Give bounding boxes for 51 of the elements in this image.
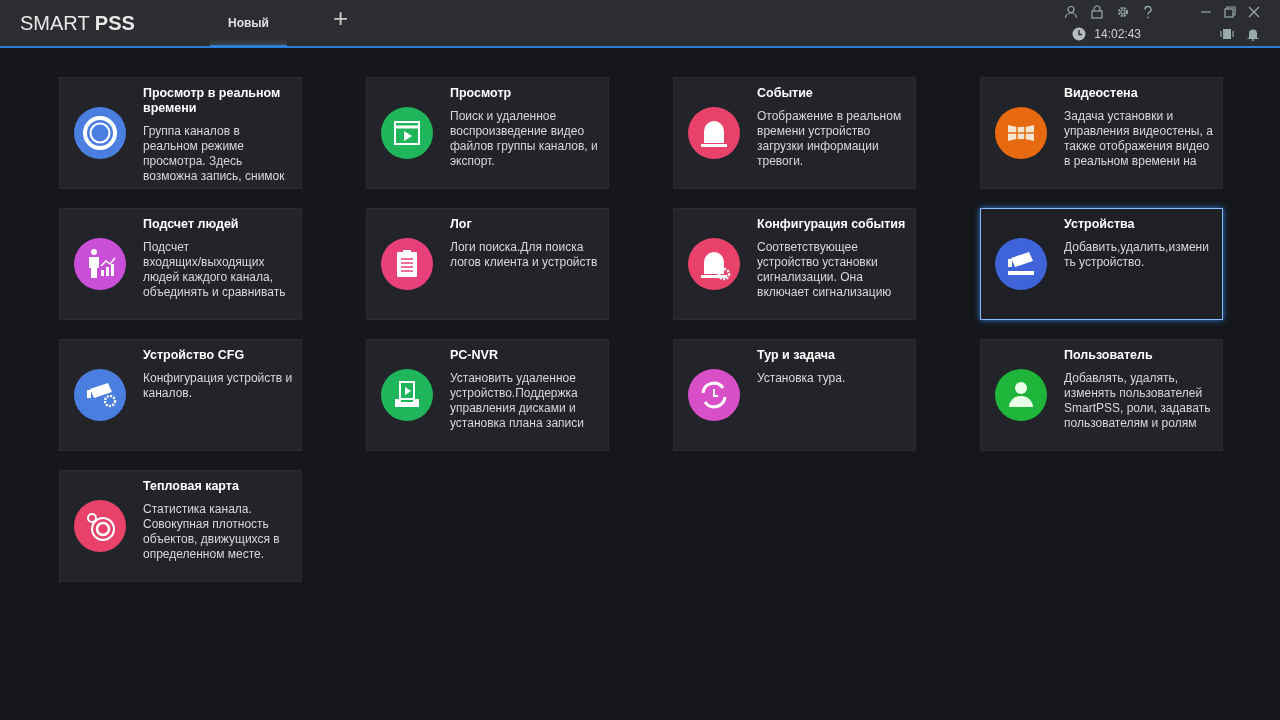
help-icon[interactable] xyxy=(1142,5,1154,19)
module-title: Тур и задача xyxy=(757,348,836,363)
user-icon[interactable] xyxy=(1064,5,1078,19)
module-title: Устройства xyxy=(1064,217,1136,232)
module-description: Добавлять, удалять, изменять пользователей SmartPSS, роли, задавать пользователям и ролям xyxy=(1064,371,1211,431)
module-description: Установить удаленное устройство.Поддержка управления дисками и установка плана записи xyxy=(450,371,584,431)
module-card[interactable]: Устройство CFG Конфигурация устройств и каналов. xyxy=(59,339,302,451)
module-card[interactable]: Видеостена Задача установки и управления видеостены, а также отображения видео в реальном времени на xyxy=(980,77,1223,189)
device-icon[interactable] xyxy=(1220,27,1234,41)
module-description: Добавить,удалить,измени ть устройство. xyxy=(1064,240,1209,270)
module-card[interactable]: Событие Отображение в реальном времени устройство загрузки информации тревоги. xyxy=(673,77,916,189)
module-card[interactable]: PC-NVR Установить удаленное устройство.Поддержка управления дисками и установка плана записи xyxy=(366,339,609,451)
module-title: PC-NVR xyxy=(450,348,499,363)
module-title: Просмотр в реальном времени xyxy=(143,86,282,116)
module-title: Тепловая карта xyxy=(143,479,240,494)
module-title: Событие xyxy=(757,86,814,101)
module-description: Установка тура. xyxy=(757,371,846,386)
settings-icon[interactable] xyxy=(1116,5,1130,19)
module-title: Конфигурация события xyxy=(757,217,906,232)
module-description: Подсчет входящих/выходящих людей каждого канала, объединять и сравнивать xyxy=(143,240,286,300)
clock-time: 14:02:43 xyxy=(1094,27,1141,41)
module-title: Лог xyxy=(450,217,473,232)
close-icon[interactable] xyxy=(1248,6,1260,18)
module-card[interactable]: Просмотр Поиск и удаленное воспроизведение видео файлов группы каналов, и экспорт. xyxy=(366,77,609,189)
module-description: Статистика канала. Совокупная плотность объектов, движущихся в определенном месте. xyxy=(143,502,280,562)
module-card[interactable]: Устройства Добавить,удалить,измени ть устройство. xyxy=(980,208,1223,320)
module-description: Логи поиска.Для поиска логов клиента и устройств xyxy=(450,240,598,270)
app-logo: SMART PSS xyxy=(20,11,136,35)
module-card[interactable]: Лог Логи поиска.Для поиска логов клиента и устройств xyxy=(366,208,609,320)
module-card[interactable]: Тепловая карта Статистика канала. Совокупная плотность объектов, движущихся в определенном месте. xyxy=(59,470,302,582)
module-title: Просмотр xyxy=(450,86,513,101)
module-description: Группа каналов в реальном режиме просмотра. Здесь возможна запись, снимок xyxy=(143,124,285,184)
module-description: Задача установки и управления видеостены, а также отображения видео в реальном времени на xyxy=(1064,109,1213,169)
module-card[interactable]: Тур и задача Установка тура. xyxy=(673,339,916,451)
module-card[interactable]: Просмотр в реальном времени Группа каналов в реальном режиме просмотра. Здесь возможна запись, снимок xyxy=(59,77,302,189)
module-description: Поиск и удаленное воспроизведение видео файлов группы каналов, и экспорт. xyxy=(450,109,598,169)
module-title: Подсчет людей xyxy=(143,217,240,232)
module-card[interactable]: Конфигурация события Соответствующее устройство установки сигнализации. Она включает сигнализацию xyxy=(673,208,916,320)
module-title: Пользователь xyxy=(1064,348,1154,363)
bell-icon[interactable] xyxy=(1246,27,1260,41)
module-card[interactable]: Подсчет людей Подсчет входящих/выходящих людей каждого канала, объединять и сравнивать xyxy=(59,208,302,320)
restore-icon[interactable] xyxy=(1224,6,1236,18)
module-title: Устройство CFG xyxy=(143,348,246,363)
module-title: Видеостена xyxy=(1064,86,1139,101)
clock-icon xyxy=(1072,27,1087,41)
module-description: Отображение в реальном времени устройство загрузки информации тревоги. xyxy=(757,109,902,169)
lock-icon[interactable] xyxy=(1090,5,1104,19)
add-tab-button[interactable]: + xyxy=(327,5,355,31)
module-description: Соответствующее устройство установки сигнализации. Она включает сигнализацию xyxy=(757,240,893,300)
module-description: Конфигурация устройств и каналов. xyxy=(143,371,293,401)
module-card[interactable]: Пользователь Добавлять, удалять, изменять пользователей SmartPSS, роли, задавать пользователям и ролям xyxy=(980,339,1223,451)
